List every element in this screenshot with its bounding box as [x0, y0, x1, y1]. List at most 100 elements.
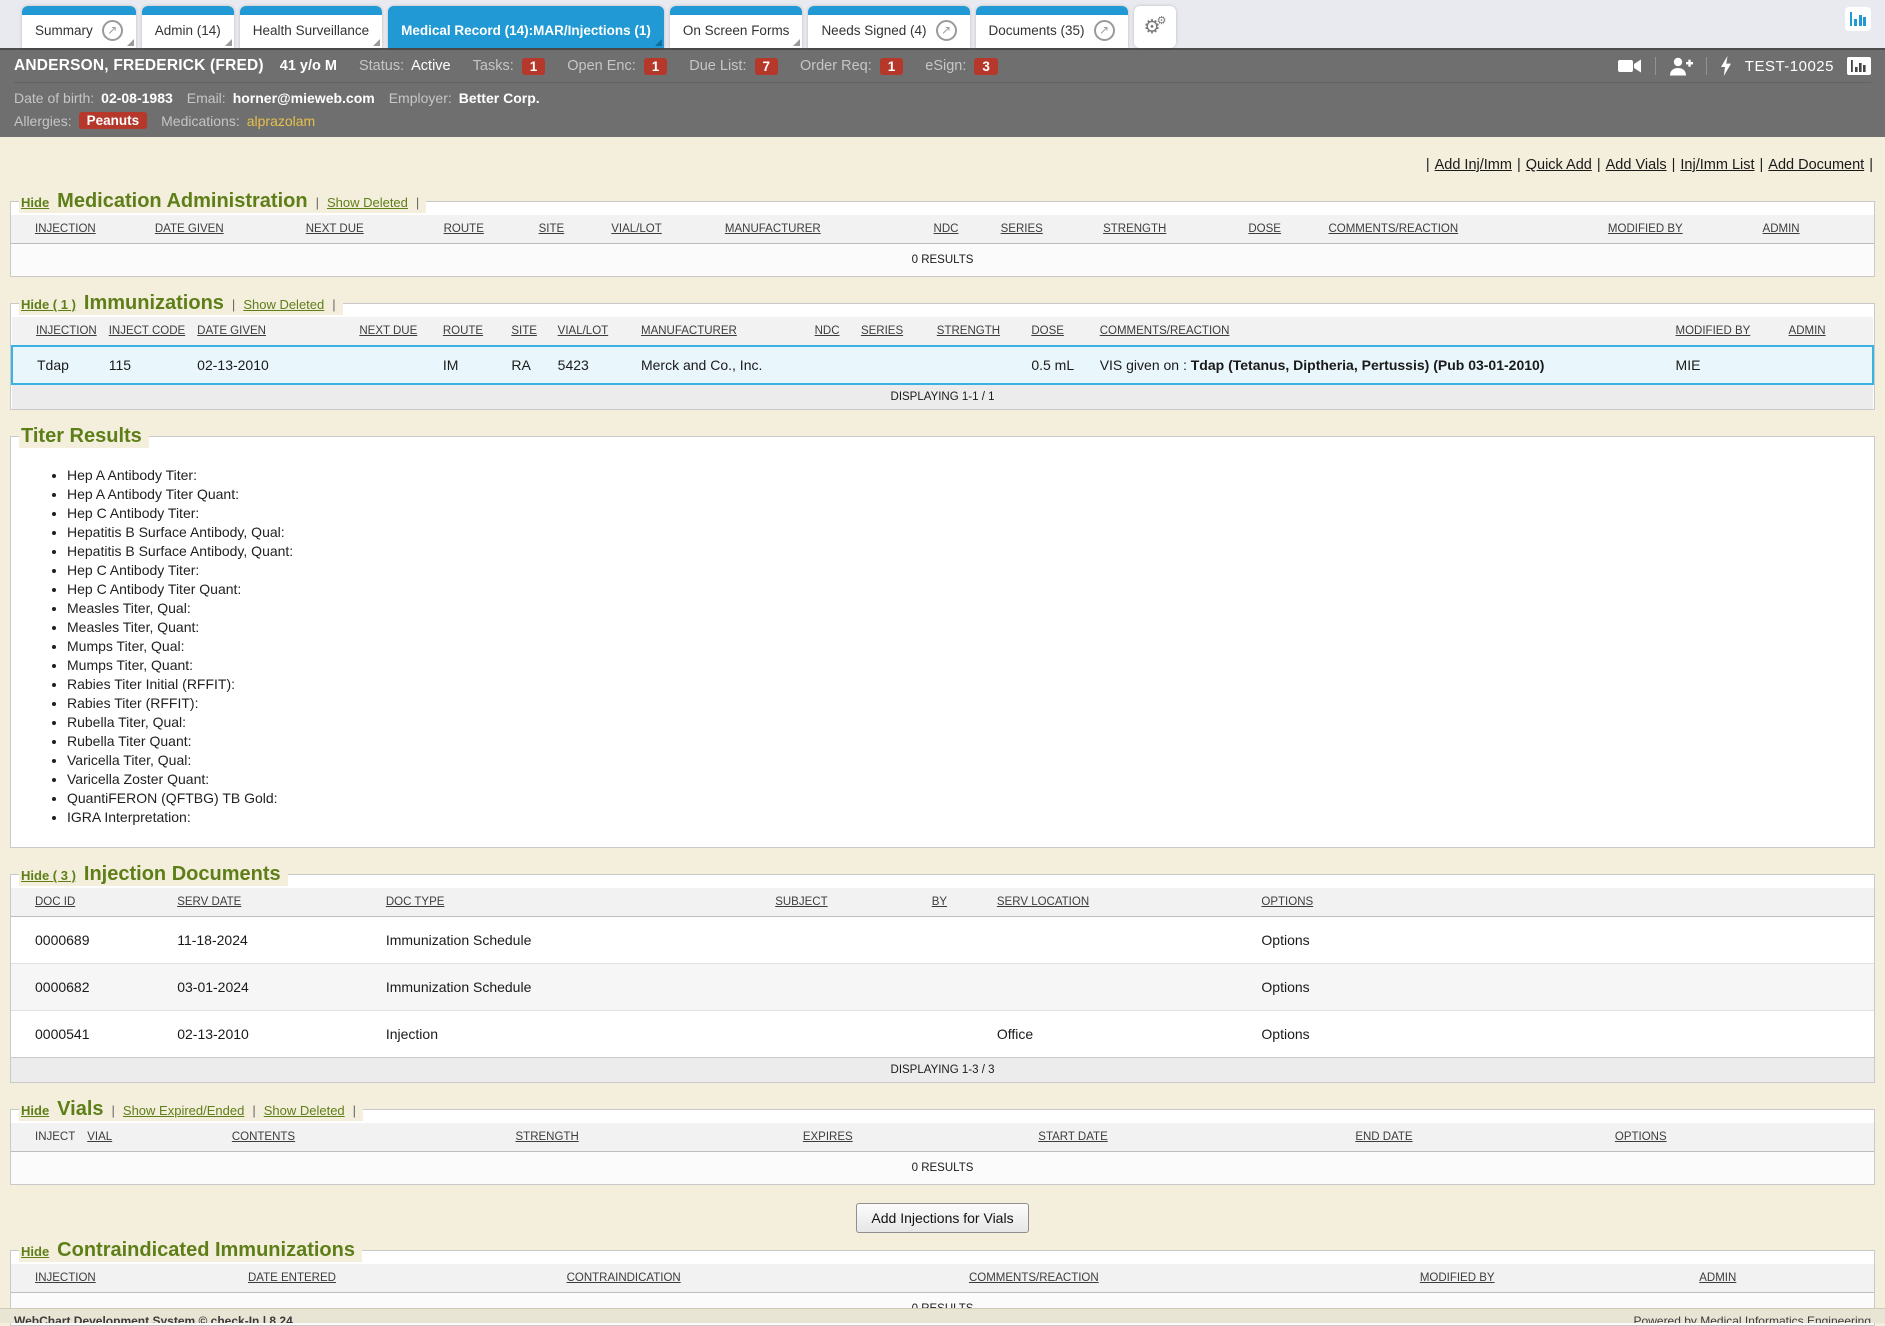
- col-vial[interactable]: VIAL: [81, 1123, 226, 1152]
- col-comments-reaction[interactable]: COMMENTS/REACTION: [963, 1264, 1414, 1293]
- tab-medical-record-active[interactable]: Medical Record (14):MAR/Injections (1): [388, 6, 664, 48]
- medication-value[interactable]: alprazolam: [247, 113, 315, 129]
- col-contraindication[interactable]: CONTRAINDICATION: [561, 1264, 963, 1293]
- col-date-entered[interactable]: DATE ENTERED: [242, 1264, 561, 1293]
- tab-needs-signed[interactable]: Needs Signed (4) ↗: [808, 6, 969, 48]
- col-injection[interactable]: INJECTION: [11, 215, 149, 244]
- open-enc-count-badge[interactable]: 1: [644, 58, 668, 75]
- tab-summary[interactable]: Summary ↗: [22, 6, 136, 48]
- col-date-given[interactable]: DATE GIVEN: [191, 317, 353, 346]
- open-new-window-icon[interactable]: ↗: [1094, 20, 1115, 41]
- hide-link[interactable]: Hide ( 1 ): [21, 297, 76, 312]
- col-strength[interactable]: STRENGTH: [931, 317, 1026, 346]
- allergy-badge[interactable]: Peanuts: [79, 112, 148, 129]
- table-header-row: INJECTION DATE ENTERED CONTRAINDICATION …: [11, 1264, 1874, 1293]
- col-series[interactable]: SERIES: [855, 317, 931, 346]
- col-end-date[interactable]: END DATE: [1349, 1123, 1609, 1152]
- inj-imm-list-link[interactable]: Inj/Imm List: [1680, 157, 1754, 173]
- col-manufacturer[interactable]: MANUFACTURER: [635, 317, 809, 346]
- add-inj-imm-link[interactable]: Add Inj/Imm: [1435, 157, 1512, 173]
- add-document-link[interactable]: Add Document: [1768, 157, 1864, 173]
- col-expires[interactable]: EXPIRES: [797, 1123, 1032, 1152]
- col-modified-by[interactable]: MODIFIED BY: [1414, 1264, 1693, 1293]
- col-contents[interactable]: CONTENTS: [226, 1123, 510, 1152]
- tab-health-surveillance[interactable]: Health Surveillance: [240, 6, 382, 48]
- col-site[interactable]: SITE: [505, 317, 551, 346]
- options-button[interactable]: Options: [1255, 917, 1874, 964]
- col-options[interactable]: OPTIONS: [1255, 888, 1874, 917]
- col-admin[interactable]: ADMIN: [1757, 215, 1874, 244]
- hide-link[interactable]: Hide ( 3 ): [21, 868, 76, 883]
- tab-admin[interactable]: Admin (14): [142, 6, 234, 48]
- col-vial-lot[interactable]: VIAL/LOT: [552, 317, 635, 346]
- options-button[interactable]: Options: [1255, 964, 1874, 1011]
- col-by[interactable]: BY: [926, 888, 991, 917]
- show-deleted-link[interactable]: Show Deleted: [327, 195, 408, 210]
- document-row[interactable]: 0000541 02-13-2010 Injection Office Opti…: [11, 1011, 1874, 1058]
- cell-doc-type: Immunization Schedule: [380, 917, 769, 964]
- col-strength[interactable]: STRENGTH: [1097, 215, 1242, 244]
- tab-on-screen-forms[interactable]: On Screen Forms: [670, 6, 803, 48]
- settings-button[interactable]: ⚙ ⚙: [1134, 6, 1177, 48]
- order-req-count-badge[interactable]: 1: [880, 58, 904, 75]
- document-row[interactable]: 0000682 03-01-2024 Immunization Schedule…: [11, 964, 1874, 1011]
- tab-documents[interactable]: Documents (35) ↗: [976, 6, 1128, 48]
- col-comments-reaction[interactable]: COMMENTS/REACTION: [1094, 317, 1670, 346]
- hide-link[interactable]: Hide: [21, 1244, 49, 1259]
- hide-link[interactable]: Hide: [21, 1103, 49, 1118]
- col-ndc[interactable]: NDC: [928, 215, 995, 244]
- lightning-icon[interactable]: [1720, 56, 1732, 76]
- col-next-due[interactable]: NEXT DUE: [300, 215, 438, 244]
- titer-item: Hepatitis B Surface Antibody, Qual:: [67, 525, 1874, 539]
- quick-add-link[interactable]: Quick Add: [1526, 157, 1592, 173]
- statistics-button[interactable]: [1845, 6, 1871, 48]
- col-subject[interactable]: SUBJECT: [769, 888, 925, 917]
- col-next-due[interactable]: NEXT DUE: [353, 317, 436, 346]
- col-vial-lot[interactable]: VIAL/LOT: [605, 215, 719, 244]
- col-admin[interactable]: ADMIN: [1693, 1264, 1874, 1293]
- col-options[interactable]: OPTIONS: [1609, 1123, 1874, 1152]
- person-add-icon[interactable]: [1669, 57, 1693, 76]
- col-series[interactable]: SERIES: [995, 215, 1097, 244]
- col-date-given[interactable]: DATE GIVEN: [149, 215, 300, 244]
- col-doc-type[interactable]: DOC TYPE: [380, 888, 769, 917]
- titer-item: IGRA Interpretation:: [67, 810, 1874, 824]
- esign-count-badge[interactable]: 3: [974, 58, 998, 75]
- col-route[interactable]: ROUTE: [438, 215, 533, 244]
- col-dose[interactable]: DOSE: [1242, 215, 1322, 244]
- col-modified-by[interactable]: MODIFIED BY: [1670, 317, 1783, 346]
- col-injection[interactable]: INJECTION: [12, 317, 103, 346]
- col-strength[interactable]: STRENGTH: [510, 1123, 797, 1152]
- col-modified-by[interactable]: MODIFIED BY: [1602, 215, 1757, 244]
- due-list-count-badge[interactable]: 7: [755, 58, 779, 75]
- col-doc-id[interactable]: DOC ID: [11, 888, 171, 917]
- titer-list: Hep A Antibody Titer: Hep A Antibody Tit…: [67, 468, 1874, 824]
- open-new-window-icon[interactable]: ↗: [102, 20, 123, 41]
- col-ndc[interactable]: NDC: [809, 317, 855, 346]
- col-serv-date[interactable]: SERV DATE: [171, 888, 380, 917]
- open-new-window-icon[interactable]: ↗: [936, 20, 957, 41]
- show-deleted-link[interactable]: Show Deleted: [264, 1103, 345, 1118]
- chart-icon[interactable]: [1847, 57, 1871, 75]
- document-row[interactable]: 0000689 11-18-2024 Immunization Schedule…: [11, 917, 1874, 964]
- hide-link[interactable]: Hide: [21, 195, 49, 210]
- col-manufacturer[interactable]: MANUFACTURER: [719, 215, 928, 244]
- divider: [1655, 57, 1656, 75]
- col-route[interactable]: ROUTE: [437, 317, 506, 346]
- add-injections-for-vials-button[interactable]: Add Injections for Vials: [856, 1203, 1028, 1233]
- video-camera-icon[interactable]: [1618, 58, 1642, 74]
- show-expired-ended-link[interactable]: Show Expired/Ended: [123, 1103, 244, 1118]
- col-start-date[interactable]: START DATE: [1032, 1123, 1349, 1152]
- col-admin[interactable]: ADMIN: [1783, 317, 1873, 346]
- col-injection[interactable]: INJECTION: [11, 1264, 242, 1293]
- col-site[interactable]: SITE: [533, 215, 606, 244]
- add-vials-link[interactable]: Add Vials: [1606, 157, 1667, 173]
- immunization-row-tdap[interactable]: Tdap 115 02-13-2010 IM RA 5423 Merck and…: [12, 346, 1873, 384]
- options-button[interactable]: Options: [1255, 1011, 1874, 1058]
- show-deleted-link[interactable]: Show Deleted: [243, 297, 324, 312]
- col-inject-code[interactable]: INJECT CODE: [103, 317, 191, 346]
- col-comments-reaction[interactable]: COMMENTS/REACTION: [1322, 215, 1601, 244]
- tasks-count-badge[interactable]: 1: [522, 58, 546, 75]
- col-serv-location[interactable]: SERV LOCATION: [991, 888, 1256, 917]
- col-dose[interactable]: DOSE: [1025, 317, 1093, 346]
